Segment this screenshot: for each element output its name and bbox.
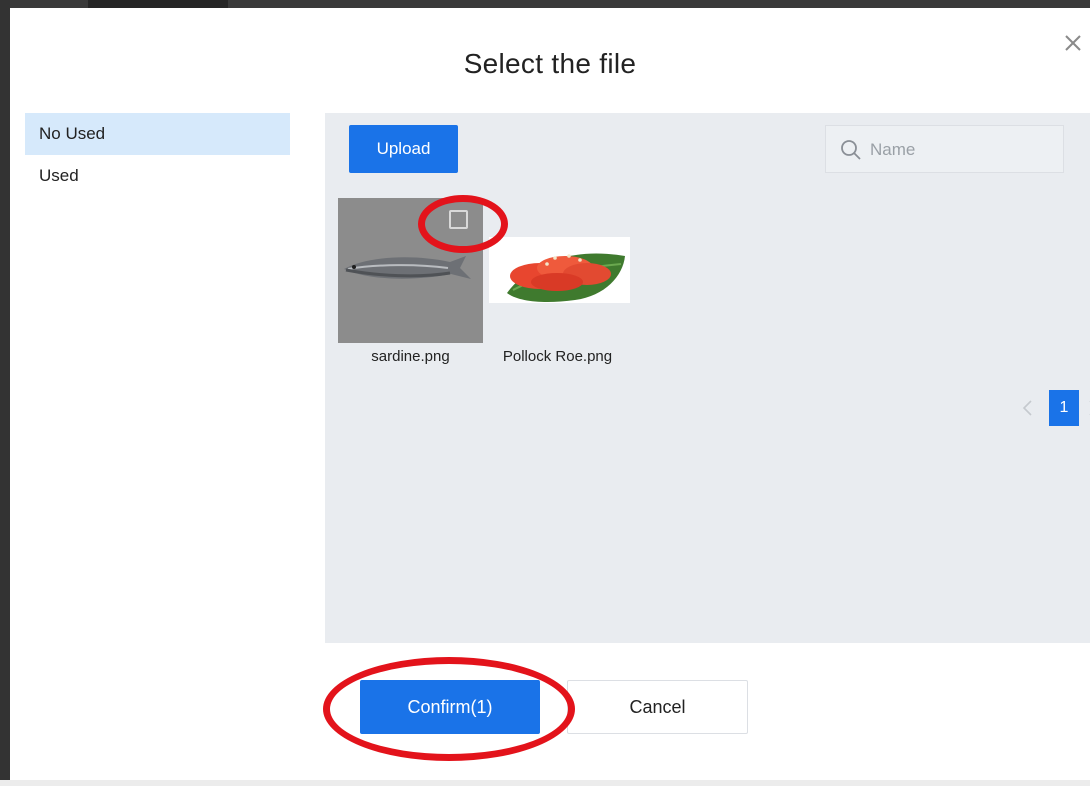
sardine-select-checkbox[interactable] xyxy=(449,210,468,229)
app-left-edge xyxy=(0,0,10,786)
file-item-sardine[interactable]: sardine.png xyxy=(338,198,483,365)
search-icon xyxy=(840,139,862,161)
category-sidebar: No Used Used xyxy=(25,113,290,197)
dialog-title: Select the file xyxy=(463,48,637,79)
search-input[interactable] xyxy=(868,134,1057,166)
file-browser-panel: Upload sardine.png xyxy=(325,113,1090,643)
sidebar-item-no-used[interactable]: No Used xyxy=(25,113,290,155)
sidebar-item-used[interactable]: Used xyxy=(25,155,290,197)
close-icon[interactable] xyxy=(1060,30,1086,56)
page-number-button[interactable]: 1 xyxy=(1049,390,1079,426)
next-page-icon[interactable] xyxy=(1086,398,1090,418)
file-name: sardine.png xyxy=(371,348,450,365)
file-item-pollock-roe[interactable]: Pollock Roe.png xyxy=(485,198,630,365)
select-file-dialog: Select the file No Used Used Upload Name… xyxy=(10,8,1090,780)
upload-button[interactable]: Upload xyxy=(349,125,458,173)
pollock-roe-thumbnail xyxy=(485,198,630,343)
confirm-button[interactable]: Confirm(1) xyxy=(360,680,540,734)
sardine-thumbnail xyxy=(338,198,483,343)
pollock-roe-image xyxy=(507,253,625,302)
app-bottom-strip xyxy=(0,780,1090,786)
cancel-button[interactable]: Cancel xyxy=(567,680,748,734)
file-name: Pollock Roe.png xyxy=(502,348,613,365)
search-box xyxy=(825,125,1064,173)
prev-page-icon[interactable] xyxy=(1021,398,1035,418)
